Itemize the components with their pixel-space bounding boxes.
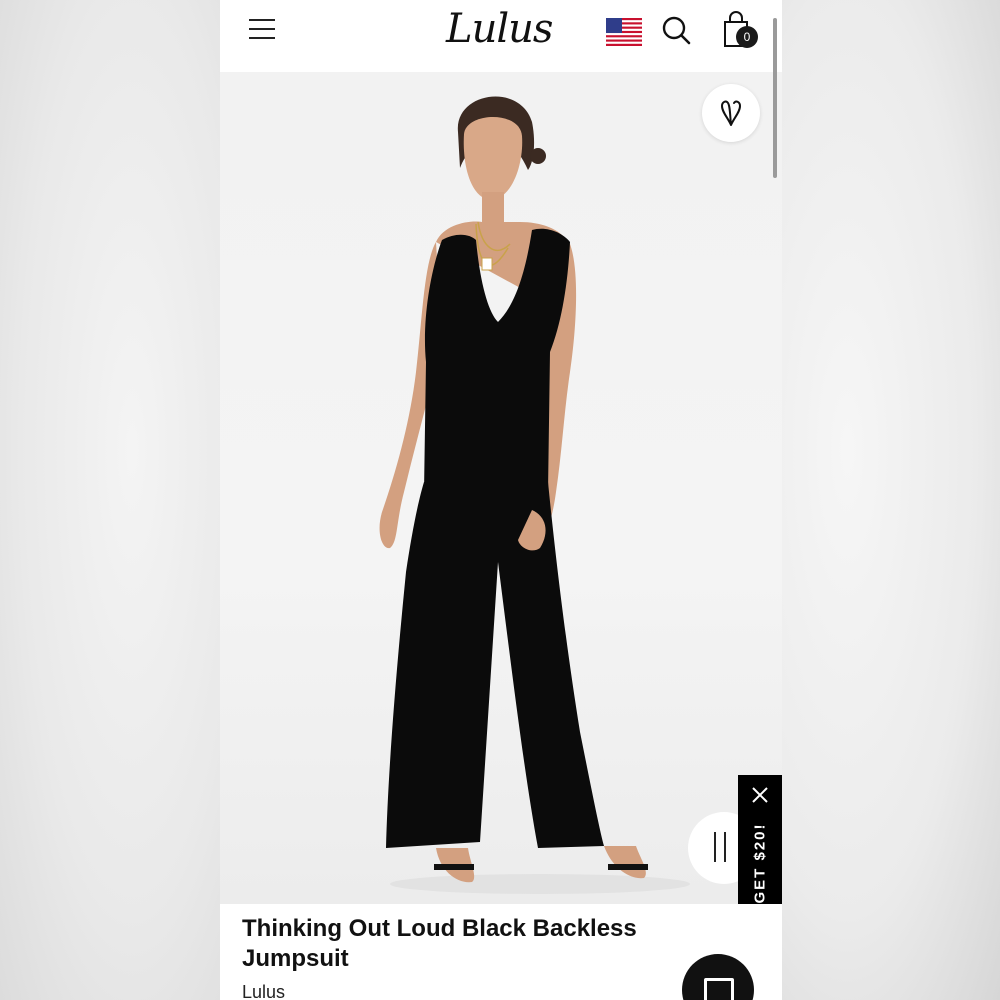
product-title: Thinking Out Loud Black Backless Jumpsui… xyxy=(242,915,637,972)
product-image[interactable] xyxy=(220,72,782,904)
background-right xyxy=(782,0,1000,1000)
cart-count-badge: 0 xyxy=(736,26,758,48)
site-logo[interactable]: Lulus xyxy=(446,4,558,54)
promo-label[interactable]: GET $20! xyxy=(752,822,769,903)
us-flag-icon[interactable] xyxy=(606,18,642,46)
product-brand[interactable]: Lulus xyxy=(242,982,285,1000)
phone-screen: Lulus 0 GET $20! Thinking Out Loud Black… xyxy=(220,0,782,1000)
search-icon[interactable] xyxy=(660,14,692,46)
scrollbar[interactable] xyxy=(773,18,777,178)
promo-tab[interactable]: GET $20! xyxy=(738,775,782,916)
site-header: Lulus 0 xyxy=(220,0,782,72)
close-icon[interactable] xyxy=(750,785,770,805)
heart-v-icon[interactable] xyxy=(702,84,760,142)
hamburger-menu-icon[interactable] xyxy=(248,18,278,42)
background-left xyxy=(0,0,220,1000)
